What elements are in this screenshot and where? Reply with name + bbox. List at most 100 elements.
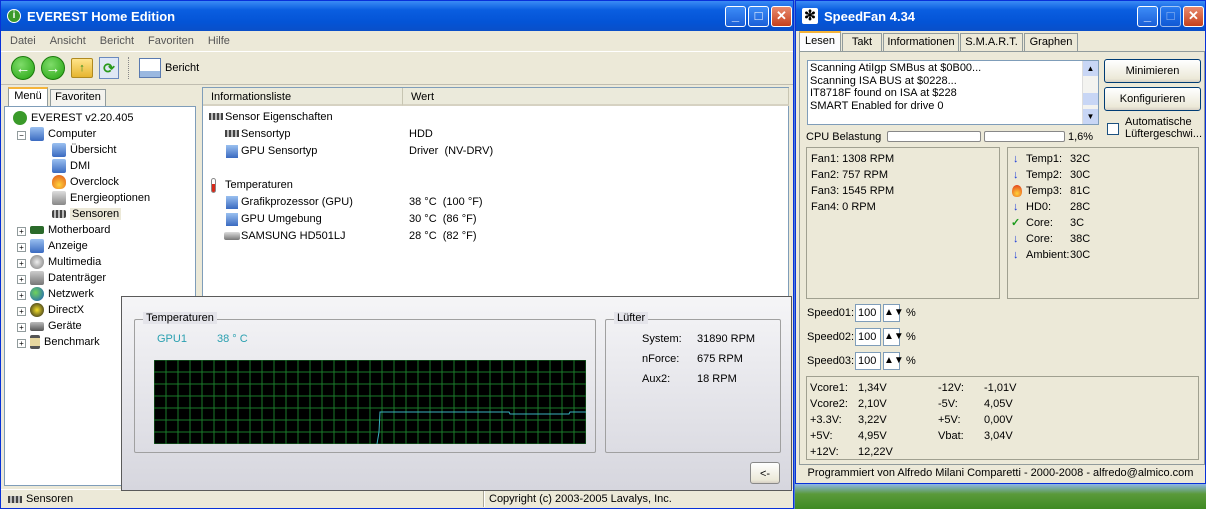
- back-arrow-icon[interactable]: ←: [11, 56, 35, 80]
- report-button[interactable]: Bericht: [139, 58, 199, 78]
- tree-item-benchmark[interactable]: Benchmark: [30, 334, 100, 350]
- menu-ansicht[interactable]: Ansicht: [50, 35, 86, 47]
- monitor-icon: [30, 239, 44, 253]
- configure-button[interactable]: Konfigurieren: [1104, 87, 1201, 111]
- column-header-value[interactable]: Wert: [403, 88, 789, 106]
- expand-toggle[interactable]: +: [17, 323, 26, 332]
- speed-input[interactable]: 100: [855, 304, 881, 322]
- tree-item-dmi[interactable]: DMI: [52, 158, 90, 174]
- fan-speed-box: Fan1: 1308 RPM Fan2: 757 RPM Fan3: 1545 …: [806, 147, 1000, 299]
- tree-item-root[interactable]: EVEREST v2.20.405: [13, 110, 134, 126]
- refresh-icon[interactable]: ⟳: [99, 57, 119, 79]
- temp-value: 30C: [1070, 249, 1091, 261]
- list-row[interactable]: Grafikprozessor (GPU) 38 °C (100 °F): [203, 194, 788, 211]
- row-name: GPU Umgebung: [241, 213, 322, 225]
- tab-favoriten-label: Favoriten: [55, 91, 101, 103]
- expand-toggle[interactable]: +: [17, 307, 26, 316]
- menu-favoriten[interactable]: Favoriten: [148, 35, 194, 47]
- minimize-button[interactable]: _: [1137, 6, 1158, 27]
- volt-value: 3,22V: [858, 414, 887, 426]
- menu-hilfe[interactable]: Hilfe: [208, 35, 230, 47]
- temp-label: Temp3:: [1026, 185, 1063, 197]
- tree-item-energieoptionen[interactable]: Energieoptionen: [52, 190, 150, 206]
- section-row[interactable]: Sensor Eigenschaften: [203, 109, 788, 126]
- row-value: 38 °C (100 °F): [409, 196, 483, 208]
- spinner-arrows-icon[interactable]: ▲▼: [883, 352, 904, 370]
- fan-reading: Fan1: 1308 RPM: [811, 153, 895, 165]
- tree-item-datentraeger[interactable]: Datenträger: [30, 270, 106, 286]
- log-box[interactable]: Scanning AtiIgp SMBus at $0B00... Scanni…: [807, 60, 1099, 125]
- everest-titlebar[interactable]: i EVEREST Home Edition: [1, 1, 793, 31]
- back-button[interactable]: <-: [750, 462, 780, 484]
- temp-label: HD0:: [1026, 201, 1052, 213]
- tree-item-motherboard[interactable]: Motherboard: [30, 222, 110, 238]
- section-title: Temperaturen: [225, 179, 293, 191]
- log-scrollbar[interactable]: ▲ ▼: [1082, 61, 1098, 124]
- expand-toggle[interactable]: +: [17, 227, 26, 236]
- menu-bericht[interactable]: Bericht: [100, 35, 134, 47]
- volt-row: Vcore2: 2,10V -5V: 4,05V: [807, 396, 1198, 412]
- spinner-arrows-icon[interactable]: ▲▼: [883, 304, 904, 322]
- section-row[interactable]: Temperaturen: [203, 177, 788, 194]
- tab-graphen[interactable]: Graphen: [1024, 33, 1078, 52]
- tree-item-overclock[interactable]: Overclock: [52, 174, 119, 190]
- maximize-button[interactable]: □: [1160, 6, 1181, 27]
- close-button[interactable]: ✕: [771, 6, 792, 27]
- tree-item-geraete[interactable]: Geräte: [30, 318, 82, 334]
- tab-favoriten[interactable]: Favoriten: [50, 89, 106, 106]
- tab-takt[interactable]: Takt: [842, 33, 882, 52]
- temp-row: ✓ Core: 3C: [1008, 215, 1198, 231]
- tab-smart[interactable]: S.M.A.R.T.: [960, 33, 1023, 52]
- tree-item-netzwerk[interactable]: Netzwerk: [30, 286, 94, 302]
- minimize-button[interactable]: _: [725, 6, 746, 27]
- collapse-toggle[interactable]: −: [17, 131, 26, 140]
- list-row[interactable]: GPU Umgebung 30 °C (86 °F): [203, 211, 788, 228]
- tree-label: DMI: [70, 160, 91, 172]
- tree-label: Übersicht: [70, 144, 117, 156]
- maximize-button[interactable]: □: [748, 6, 769, 27]
- folder-up-icon[interactable]: ↑: [71, 58, 93, 78]
- desktop-background: [795, 484, 1206, 509]
- volt-value: 4,05V: [984, 398, 1013, 410]
- close-button[interactable]: ✕: [1183, 6, 1204, 27]
- list-row[interactable]: GPU Sensortyp Driver (NV-DRV): [203, 143, 788, 160]
- list-row[interactable]: Sensortyp HDD: [203, 126, 788, 143]
- tree-item-anzeige[interactable]: Anzeige: [30, 238, 88, 254]
- temp-value: 3C: [1070, 217, 1085, 229]
- tab-informationen[interactable]: Informationen: [883, 33, 959, 52]
- minimize-speedfan-button[interactable]: Minimieren: [1104, 59, 1201, 83]
- sensor-chip-icon: [209, 113, 223, 120]
- speed-input[interactable]: 100: [855, 328, 881, 346]
- tab-lesen[interactable]: Lesen: [799, 31, 841, 52]
- speed-input[interactable]: 100: [855, 352, 881, 370]
- tree-item-computer[interactable]: Computer: [30, 126, 96, 142]
- devices-icon: [30, 321, 44, 331]
- expand-toggle[interactable]: +: [17, 243, 26, 252]
- list-row[interactable]: SAMSUNG HD501LJ 28 °C (82 °F): [203, 228, 788, 245]
- tree-item-multimedia[interactable]: Multimedia: [30, 254, 101, 270]
- speed-label: Speed03:: [807, 355, 855, 367]
- row-name: GPU Sensortyp: [241, 145, 318, 157]
- tree-label: EVEREST v2.20.405: [31, 112, 134, 124]
- scroll-down-icon[interactable]: ▼: [1083, 109, 1098, 124]
- expand-toggle[interactable]: +: [17, 339, 26, 348]
- expand-toggle[interactable]: +: [17, 259, 26, 268]
- column-header-name[interactable]: Informationsliste: [203, 88, 403, 106]
- expand-toggle[interactable]: +: [17, 275, 26, 284]
- spinner-arrows-icon[interactable]: ▲▼: [883, 328, 904, 346]
- tree-item-sensoren[interactable]: Sensoren: [52, 206, 122, 222]
- log-line: Scanning AtiIgp SMBus at $0B00...: [810, 62, 982, 74]
- scroll-up-icon[interactable]: ▲: [1083, 61, 1098, 76]
- expand-toggle[interactable]: +: [17, 291, 26, 300]
- forward-arrow-icon[interactable]: →: [41, 56, 65, 80]
- auto-fan-checkbox[interactable]: [1107, 123, 1119, 135]
- tab-menu[interactable]: Menü: [8, 87, 48, 106]
- temp-label: Temp2:: [1026, 169, 1063, 181]
- hourglass-icon: [30, 335, 40, 349]
- tree-item-uebersicht[interactable]: Übersicht: [52, 142, 116, 158]
- tree-item-directx[interactable]: DirectX: [30, 302, 84, 318]
- menu-datei[interactable]: Datei: [10, 35, 36, 47]
- cpu-load-bar-2: [984, 131, 1065, 142]
- report-label: Bericht: [165, 62, 200, 74]
- scroll-thumb[interactable]: [1083, 93, 1098, 105]
